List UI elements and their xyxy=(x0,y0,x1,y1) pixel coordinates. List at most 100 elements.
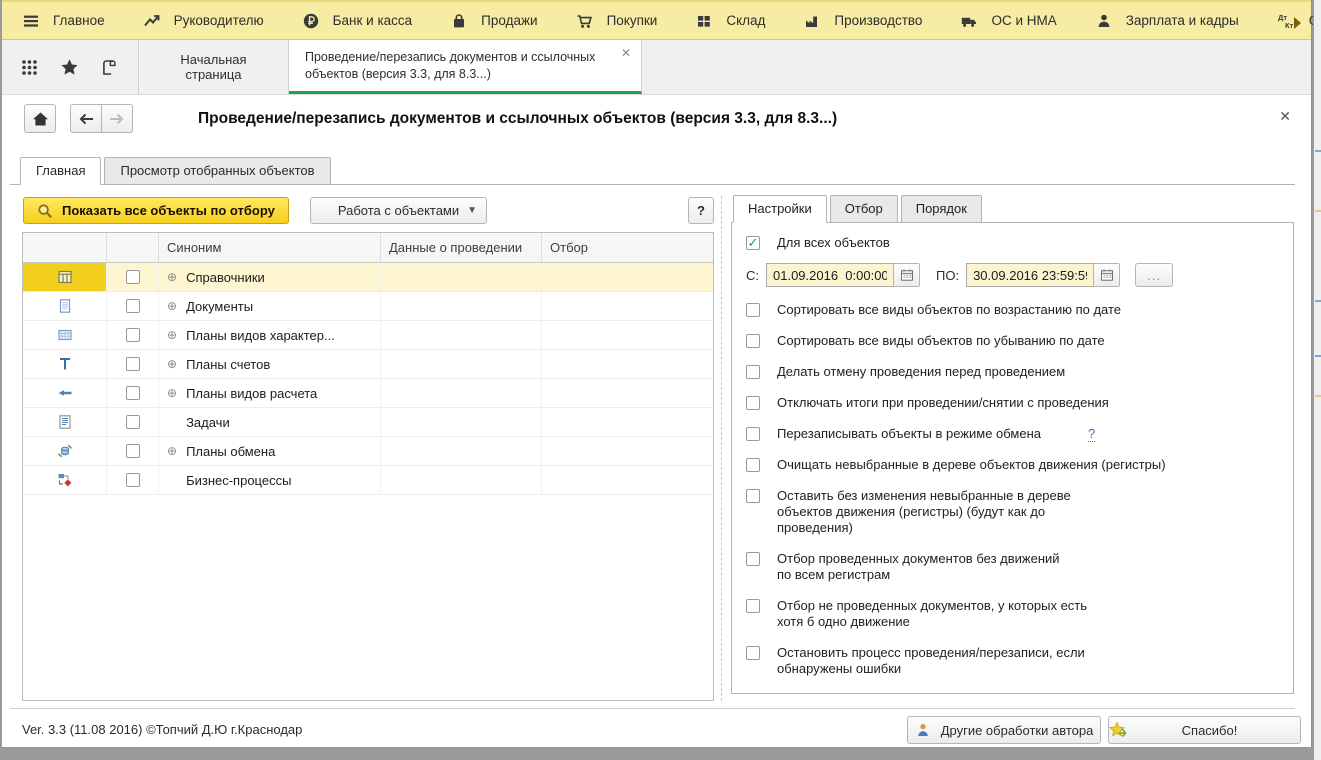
close-icon[interactable] xyxy=(1279,108,1291,125)
expand-icon[interactable] xyxy=(167,445,177,457)
option-undo-posting-first[interactable]: Делать отмену проведения перед проведени… xyxy=(746,364,1281,380)
header-posting-data[interactable]: Данные о проведении xyxy=(381,233,542,262)
tab-view-selected-objects[interactable]: Просмотр отобранных объектов xyxy=(104,157,330,185)
calendar-icon xyxy=(1100,268,1114,282)
option-checkbox[interactable] xyxy=(746,334,760,348)
menu-item-os-i-nma[interactable]: ОС и НМА xyxy=(960,12,1056,30)
option-checkbox[interactable] xyxy=(746,599,760,613)
option-checkbox[interactable] xyxy=(746,489,760,503)
row-checkbox[interactable] xyxy=(126,299,140,313)
tab-label: Настройки xyxy=(748,201,812,216)
star-arrow-icon xyxy=(1109,721,1129,739)
chart-accounts-icon xyxy=(57,356,73,372)
table-row-biznes-processy[interactable]: Бизнес-процессы xyxy=(23,466,713,495)
date-to-calendar-button[interactable] xyxy=(1093,263,1120,287)
tasks-icon xyxy=(57,414,73,430)
option-sort-desc[interactable]: Сортировать все виды объектов по убывани… xyxy=(746,333,1281,349)
table-row-zadachi[interactable]: Задачи xyxy=(23,408,713,437)
option-stop-on-errors[interactable]: Остановить процесс проведения/перезаписи… xyxy=(746,645,1281,677)
table-row-spravochniki[interactable]: Справочники xyxy=(23,263,713,292)
all-functions-button[interactable] xyxy=(14,51,44,83)
favorites-button[interactable] xyxy=(54,51,84,83)
tab-close-icon[interactable] xyxy=(621,47,631,59)
table-row-plany-obmena[interactable]: Планы обмена xyxy=(23,437,713,466)
option-sort-asc[interactable]: Сортировать все виды объектов по возраст… xyxy=(746,302,1281,318)
date-to-label: ПО: xyxy=(936,268,959,283)
row-checkbox[interactable] xyxy=(126,357,140,371)
tab-label: Просмотр отобранных объектов xyxy=(120,163,314,178)
home-button[interactable] xyxy=(24,104,56,133)
expand-icon[interactable] xyxy=(167,387,177,399)
option-all-objects[interactable]: Для всех объектов xyxy=(746,235,1281,251)
show-all-objects-button[interactable]: Показать все объекты по отбору xyxy=(23,197,289,224)
table-row-plany-schetov[interactable]: Планы счетов xyxy=(23,350,713,379)
expand-icon[interactable] xyxy=(167,358,177,370)
row-checkbox[interactable] xyxy=(126,270,140,284)
back-button[interactable] xyxy=(70,104,102,133)
option-filter-posted-no-movements[interactable]: Отбор проведенных документов без движени… xyxy=(746,551,1281,583)
tab-otbor[interactable]: Отбор xyxy=(830,195,898,223)
forward-button[interactable] xyxy=(102,104,133,133)
menu-item-bank-i-kassa[interactable]: Банк и касса xyxy=(302,12,413,30)
tab-glavnaya[interactable]: Главная xyxy=(20,157,101,185)
date-to-input[interactable] xyxy=(966,263,1094,287)
expand-icon[interactable] xyxy=(167,300,177,312)
tab-nastroyki[interactable]: Настройки xyxy=(733,195,827,223)
tab-processing[interactable]: Проведение/перезапись документов и ссыло… xyxy=(289,40,642,94)
option-checkbox[interactable] xyxy=(746,365,760,379)
menu-item-label: Производство xyxy=(834,13,922,28)
menu-item-proizvodstvo[interactable]: Производство xyxy=(803,12,922,30)
table-row-plany-vidov-kharakteristik[interactable]: Планы видов характер... xyxy=(23,321,713,350)
row-checkbox[interactable] xyxy=(126,328,140,342)
menu-item-sklad[interactable]: Склад xyxy=(695,12,765,30)
option-checkbox[interactable] xyxy=(746,427,760,441)
option-clear-unselected[interactable]: Очищать невыбранные в дереве объектов дв… xyxy=(746,457,1281,473)
row-checkbox[interactable] xyxy=(126,444,140,458)
option-label: Сортировать все виды объектов по убывани… xyxy=(777,333,1105,349)
menu-item-label: Зарплата и кадры xyxy=(1126,13,1239,28)
thanks-button[interactable]: Спасибо! xyxy=(1108,716,1301,744)
tab-start-page[interactable]: Начальная страница xyxy=(139,40,289,94)
tab-poryadok[interactable]: Порядок xyxy=(901,195,982,223)
row-checkbox[interactable] xyxy=(126,386,140,400)
option-checkbox[interactable] xyxy=(746,552,760,566)
menu-item-glavnoe[interactable]: Главное xyxy=(22,12,105,30)
other-tools-button[interactable]: Другие обработки автора xyxy=(907,716,1101,744)
date-more-button[interactable]: ... xyxy=(1135,263,1173,287)
header-filter[interactable]: Отбор xyxy=(542,233,713,262)
row-checkbox[interactable] xyxy=(126,415,140,429)
menu-item-zarplata-i-kadry[interactable]: Зарплата и кадры xyxy=(1095,12,1239,30)
date-from-calendar-button[interactable] xyxy=(893,263,920,287)
footer-divider xyxy=(10,708,1295,709)
date-from-input[interactable] xyxy=(766,263,894,287)
history-button[interactable] xyxy=(94,51,124,83)
expand-icon[interactable] xyxy=(167,271,177,283)
expand-icon[interactable] xyxy=(167,329,177,341)
option-checkbox[interactable] xyxy=(746,458,760,472)
page-title: Проведение/перезапись документов и ссыло… xyxy=(198,110,837,128)
option-checkbox[interactable] xyxy=(746,396,760,410)
help-button[interactable]: ? xyxy=(688,197,714,224)
option-filter-unposted-with-movements[interactable]: Отбор не проведенных документов, у котор… xyxy=(746,598,1281,630)
menu-item-prodazhi[interactable]: Продажи xyxy=(450,12,537,30)
chevron-right-icon xyxy=(1294,17,1302,29)
menu-item-pokupki[interactable]: Покупки xyxy=(576,12,658,30)
business-process-icon xyxy=(57,472,73,488)
row-checkbox[interactable] xyxy=(126,473,140,487)
option-rewrite-exchange-mode[interactable]: Перезаписывать объекты в режиме обмена ? xyxy=(746,426,1281,442)
option-keep-unselected[interactable]: Оставить без изменения невыбранные в дер… xyxy=(746,488,1281,536)
settings-tabs: Настройки Отбор Порядок xyxy=(733,195,985,223)
work-with-objects-button[interactable]: Работа с объектами ▼ xyxy=(310,197,487,224)
option-checkbox[interactable] xyxy=(746,303,760,317)
panel-splitter[interactable] xyxy=(721,196,722,701)
exchange-help-link[interactable]: ? xyxy=(1088,426,1095,442)
table-row-plany-vidov-rascheta[interactable]: Планы видов расчета xyxy=(23,379,713,408)
menu-item-rukovoditelyu[interactable]: Руководителю xyxy=(143,12,264,30)
menu-overflow-button[interactable] xyxy=(1294,16,1302,34)
all-objects-checkbox[interactable] xyxy=(746,236,760,250)
nav-buttons xyxy=(70,104,133,133)
option-checkbox[interactable] xyxy=(746,646,760,660)
table-row-dokumenty[interactable]: Документы xyxy=(23,292,713,321)
header-synonym[interactable]: Синоним xyxy=(159,233,381,262)
option-disable-totals[interactable]: Отключать итоги при проведении/снятии с … xyxy=(746,395,1281,411)
